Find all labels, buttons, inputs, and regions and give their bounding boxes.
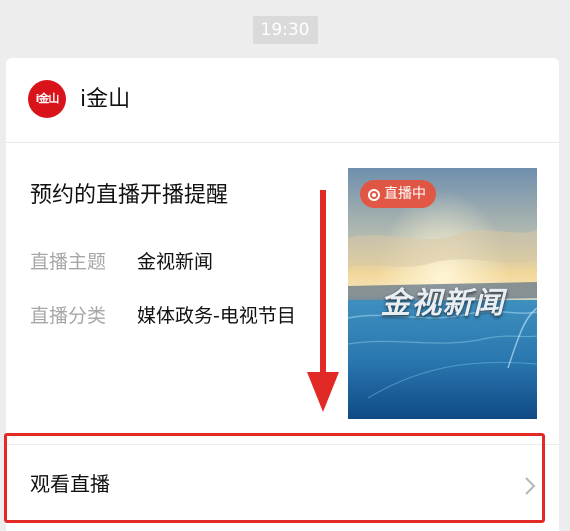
field-label-category: 直播分类 [30,305,107,327]
chevron-right-icon [525,477,536,495]
card-title: 预约的直播开播提醒 [30,183,229,208]
live-reminder-card[interactable]: i金山 i金山 预约的直播开播提醒 直播主题 金视新闻 直播分类 媒体政务-电视… [6,58,559,531]
logo-text: i金山 [35,92,60,105]
watch-live-row[interactable]: 观看直播 [6,444,559,527]
account-name: i金山 [80,87,131,112]
watch-live-label: 观看直播 [30,472,110,496]
jinshan-logo-icon: i金山 [28,80,66,118]
thumbnail-title: 金视新闻 [380,286,505,321]
field-value-category: 媒体政务-电视节目 [137,305,296,327]
live-thumbnail[interactable]: 直播中 金视新闻 [348,168,537,419]
live-badge-label: 直播中 [384,186,426,202]
chat-screen: 19:30 i金山 i金山 预约的直播开播提醒 直播主题 金视新闻 直播分类 媒… [0,0,570,531]
timestamp-row: 19:30 [0,16,570,44]
card-header[interactable]: i金山 i金山 [6,58,559,143]
field-label-topic: 直播主题 [30,251,107,273]
field-value-topic: 金视新闻 [137,251,214,273]
chat-timestamp: 19:30 [252,16,318,44]
live-badge: 直播中 [360,180,436,208]
live-record-icon [368,189,380,201]
